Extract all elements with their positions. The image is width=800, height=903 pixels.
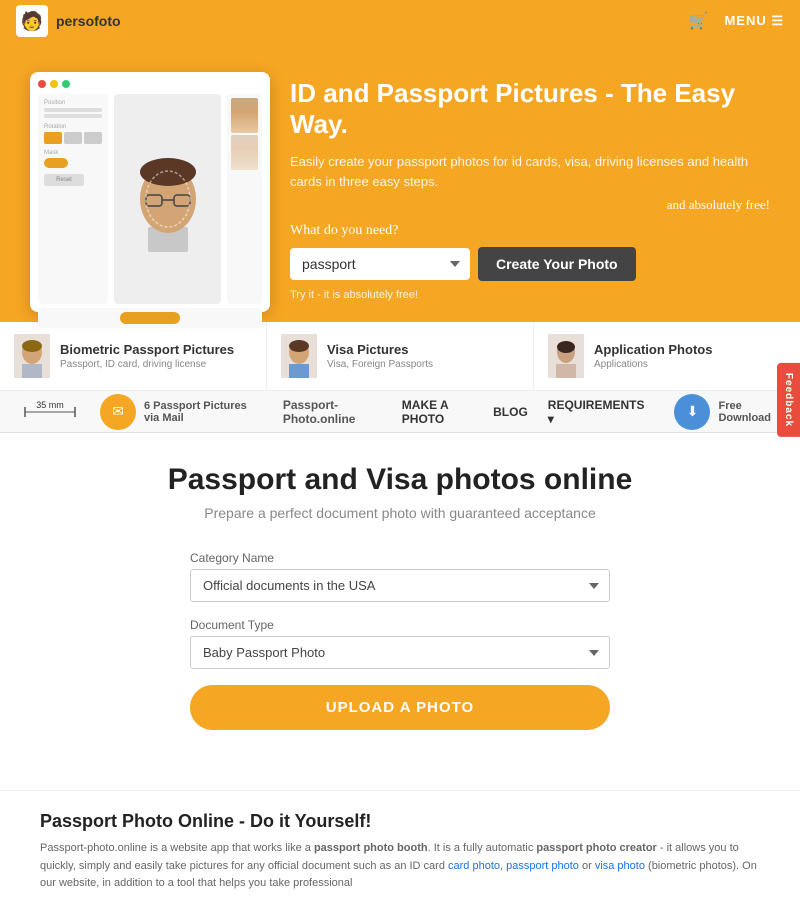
- hero-content: ID and Passport Pictures - The Easy Way.…: [290, 62, 770, 301]
- logo-area[interactable]: 🧑 persofoto: [16, 5, 121, 37]
- dimension-feature: 35 mm: [20, 397, 80, 427]
- feedback-tab[interactable]: Feedback: [777, 363, 800, 437]
- document-select[interactable]: Baby Passport Photo US Passport US Visa: [190, 636, 610, 669]
- app-mockup: Position Rotation Mask Reset: [30, 72, 270, 312]
- nav-requirements[interactable]: REQUIREMENTS: [548, 398, 645, 426]
- hero-form: passport visa id card driving license Cr…: [290, 247, 770, 281]
- mockup-body: Position Rotation Mask Reset: [38, 94, 262, 304]
- category-select[interactable]: Official documents in the USA European d…: [190, 569, 610, 602]
- nav-blog[interactable]: BLOG: [493, 405, 528, 419]
- photo-type-biometric[interactable]: Biometric Passport Pictures Passport, ID…: [0, 322, 267, 390]
- bottom-nav-links: Passport-Photo.online MAKE A PHOTO BLOG …: [283, 398, 645, 426]
- main-subtitle: Prepare a perfect document photo with gu…: [40, 505, 760, 521]
- download-feature: ⬇ Free Download: [674, 394, 780, 430]
- mockup-preview: [227, 94, 262, 304]
- logo-icon: 🧑: [16, 5, 48, 37]
- mockup-close-dot: [38, 80, 46, 88]
- cart-icon[interactable]: 🛒: [689, 11, 709, 31]
- mockup-rotation-control: Rotation: [44, 124, 102, 144]
- menu-button[interactable]: MENU ☰: [724, 13, 784, 29]
- mail-icon: ✉: [100, 394, 136, 430]
- photo-type-application[interactable]: Application Photos Applications: [534, 322, 800, 390]
- document-label: Document Type: [190, 618, 610, 632]
- bottom-nav-strip: 35 mm ✉ 6 Passport Pictures via Mail Pas…: [0, 391, 800, 433]
- visa-title: Visa Pictures: [327, 342, 433, 357]
- mockup-photo: [114, 94, 221, 304]
- mockup-position-control: Position: [44, 100, 102, 118]
- photo-type-select[interactable]: passport visa id card driving license: [290, 248, 470, 280]
- category-label: Category Name: [190, 551, 610, 565]
- upload-photo-button[interactable]: UPLOAD A PHOTO: [190, 685, 610, 730]
- mockup-mask-control: Mask: [44, 150, 102, 168]
- bottom-logo: Passport-Photo.online: [283, 398, 382, 426]
- create-photo-button[interactable]: Create Your Photo: [478, 247, 636, 281]
- category-group: Category Name Official documents in the …: [190, 551, 610, 602]
- photo-types-bar: Biometric Passport Pictures Passport, ID…: [0, 322, 800, 391]
- hero-section: Position Rotation Mask Reset: [0, 42, 800, 322]
- mockup-reset-btn: Reset: [44, 174, 84, 186]
- main-title: Passport and Visa photos online: [40, 463, 760, 497]
- mockup-toolbar: [38, 80, 262, 88]
- hero-try-text: Try it - it is absolutely free!: [290, 289, 770, 301]
- mail-feature: ✉ 6 Passport Pictures via Mail: [100, 394, 263, 430]
- photo-form: Category Name Official documents in the …: [190, 551, 610, 730]
- download-feature-text: Free Download: [718, 400, 780, 424]
- application-subtitle: Applications: [594, 359, 712, 370]
- visa-photo-link[interactable]: visa photo: [595, 860, 645, 872]
- face-illustration: [128, 147, 208, 252]
- mail-feature-text: 6 Passport Pictures via Mail: [144, 400, 263, 424]
- hero-title: ID and Passport Pictures - The Easy Way.: [290, 78, 770, 140]
- passport-photo-link[interactable]: passport photo: [506, 860, 579, 872]
- main-content: Passport and Visa photos online Prepare …: [0, 433, 800, 790]
- bottom-title: Passport Photo Online - Do it Yourself!: [40, 811, 760, 832]
- bottom-section: Passport Photo Online - Do it Yourself! …: [0, 790, 800, 903]
- bottom-text: Passport-photo.online is a website app t…: [40, 840, 760, 893]
- mockup-min-dot: [50, 80, 58, 88]
- photo-type-visa[interactable]: Visa Pictures Visa, Foreign Passports: [267, 322, 534, 390]
- svg-text:35 mm: 35 mm: [36, 400, 64, 410]
- mockup-sidebar: Position Rotation Mask Reset: [38, 94, 108, 304]
- dimension-diagram: 35 mm: [20, 397, 80, 427]
- hero-subtitle: Easily create your passport photos for i…: [290, 152, 770, 191]
- header-nav: 🛒 MENU ☰: [689, 11, 784, 31]
- mockup-bottom-bar: [38, 308, 262, 328]
- mockup-max-dot: [62, 80, 70, 88]
- application-title: Application Photos: [594, 342, 712, 357]
- nav-make-photo[interactable]: MAKE A PHOTO: [402, 398, 473, 426]
- application-photo-img: [548, 334, 584, 378]
- document-group: Document Type Baby Passport Photo US Pas…: [190, 618, 610, 669]
- visa-subtitle: Visa, Foreign Passports: [327, 359, 433, 370]
- biometric-photo-img: [14, 334, 50, 378]
- mockup-main: [114, 94, 262, 304]
- card-photo-link[interactable]: card photo: [448, 860, 500, 872]
- hero-what-label: What do you need?: [290, 223, 770, 239]
- header: 🧑 persofoto 🛒 MENU ☰: [0, 0, 800, 42]
- visa-photo-img: [281, 334, 317, 378]
- download-icon: ⬇: [674, 394, 710, 430]
- logo-text: persofoto: [56, 13, 121, 29]
- hero-free-text: and absolutely free!: [290, 197, 770, 213]
- biometric-subtitle: Passport, ID card, driving license: [60, 359, 234, 370]
- biometric-title: Biometric Passport Pictures: [60, 342, 234, 357]
